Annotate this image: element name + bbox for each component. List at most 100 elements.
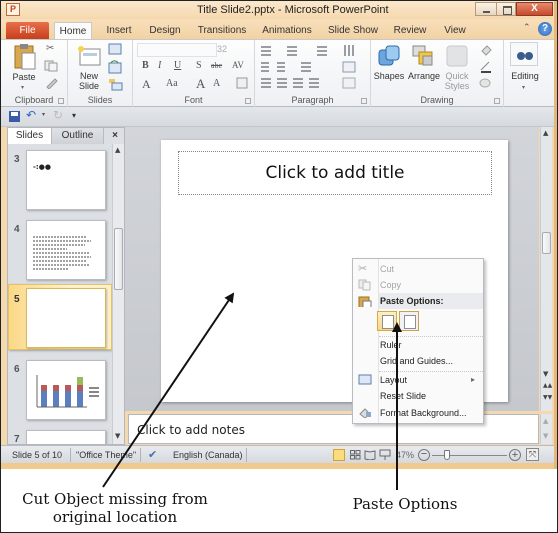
increase-indent-button[interactable] — [277, 62, 285, 72]
bullets-button[interactable] — [261, 46, 271, 56]
font-launcher-icon[interactable] — [245, 98, 251, 104]
section-icon[interactable] — [108, 77, 126, 91]
reset-slide-icon[interactable] — [108, 60, 124, 74]
help-icon[interactable]: ? — [538, 22, 552, 36]
tab-design[interactable]: Design — [146, 22, 184, 39]
scroll-down-icon[interactable]: ▼ — [543, 370, 548, 378]
shapes-icon[interactable] — [377, 44, 401, 68]
scrollbar-thumb[interactable] — [114, 228, 123, 290]
columns-button[interactable] — [301, 62, 311, 72]
theme-name[interactable]: "Office Theme" — [76, 450, 136, 460]
slide-thumbnail-5[interactable] — [26, 288, 106, 348]
align-left-button[interactable] — [261, 78, 271, 88]
justify-button[interactable] — [309, 78, 319, 88]
paragraph-launcher-icon[interactable] — [361, 98, 367, 104]
tab-outline[interactable]: Outline — [52, 128, 104, 144]
reading-view-button[interactable] — [364, 450, 376, 460]
scroll-down-icon[interactable]: ▼ — [115, 432, 120, 440]
shape-fill-icon[interactable] — [479, 43, 493, 57]
copy-icon[interactable] — [44, 60, 60, 72]
align-text-button[interactable] — [342, 61, 356, 73]
italic-button[interactable]: I — [158, 60, 161, 71]
cut-icon[interactable]: ✂ — [46, 43, 54, 54]
menu-item-copy[interactable]: Copy — [380, 277, 401, 293]
editor-scrollbar[interactable]: ▲ ▼ ▲▲ ▼▼ — [540, 127, 552, 411]
save-icon[interactable] — [9, 111, 21, 123]
font-name-input[interactable] — [137, 43, 217, 57]
zoom-out-button[interactable]: − — [418, 449, 430, 461]
text-shadow-button[interactable]: S — [196, 60, 202, 71]
align-right-button[interactable] — [293, 78, 303, 88]
title-placeholder[interactable]: Click to add title — [178, 151, 492, 195]
format-painter-icon[interactable] — [45, 77, 59, 89]
paste-use-destination-theme-button[interactable] — [377, 311, 397, 331]
shape-outline-icon[interactable] — [479, 60, 493, 74]
language[interactable]: English (Canada) — [173, 450, 243, 460]
text-direction-button[interactable] — [344, 45, 354, 56]
zoom-in-button[interactable]: + — [509, 449, 521, 461]
line-spacing-button[interactable] — [317, 46, 327, 56]
new-slide-label-1[interactable]: New — [72, 71, 106, 81]
editing-button[interactable] — [510, 42, 538, 66]
shape-effects-icon[interactable] — [479, 77, 493, 89]
slide-thumbnail-4[interactable] — [26, 220, 106, 280]
underline-button[interactable]: U — [174, 60, 181, 71]
zoom-slider-thumb[interactable] — [444, 450, 451, 460]
spell-check-icon[interactable]: ✔ — [148, 448, 157, 461]
powerpoint-app-icon[interactable]: P — [6, 3, 20, 16]
clear-formatting-icon[interactable] — [236, 77, 250, 91]
paste-icon[interactable] — [13, 43, 37, 71]
scroll-down-icon[interactable]: ▼ — [543, 432, 548, 440]
menu-item-cut[interactable]: Cut — [380, 261, 394, 277]
shapes-button[interactable]: Shapes — [372, 71, 406, 81]
drawing-launcher-icon[interactable] — [494, 98, 500, 104]
shrink-font-button[interactable]: A — [213, 78, 220, 89]
scroll-up-icon[interactable]: ▲ — [543, 417, 548, 425]
scroll-up-icon[interactable]: ▲ — [543, 129, 548, 137]
tab-view[interactable]: View — [439, 22, 471, 39]
menu-item-format-background[interactable]: Format Background... — [380, 405, 467, 421]
maximize-button[interactable] — [496, 2, 516, 16]
menu-item-ruler[interactable]: Ruler — [380, 337, 402, 353]
align-center-button[interactable] — [277, 78, 287, 88]
redo-icon[interactable]: ↻ — [53, 108, 63, 122]
undo-icon[interactable]: ↶ — [26, 108, 36, 122]
fit-slide-button[interactable]: ⤧ — [526, 448, 539, 461]
previous-slide-icon[interactable]: ▲▲ — [543, 382, 552, 389]
tab-home[interactable]: Home — [54, 22, 92, 39]
quick-styles-icon[interactable] — [445, 44, 469, 68]
font-size-input[interactable]: 32 — [217, 44, 227, 54]
character-spacing-button[interactable]: AV — [232, 60, 244, 70]
tab-file[interactable]: File — [6, 22, 49, 39]
grow-font-button[interactable]: A — [196, 76, 205, 92]
tab-slide-show[interactable]: Slide Show — [327, 22, 379, 39]
menu-item-grid-and-guides[interactable]: Grid and Guides... — [380, 353, 453, 369]
menu-item-layout[interactable]: Layout — [380, 372, 407, 388]
paste-dropdown-icon[interactable]: ▾ — [21, 83, 24, 93]
zoom-slider-track[interactable] — [432, 455, 507, 456]
slide-thumbnail-6[interactable] — [26, 360, 106, 420]
slide-sorter-button[interactable] — [350, 450, 361, 460]
editing-dropdown-icon[interactable]: ▾ — [522, 83, 525, 93]
slides-pane-scrollbar[interactable]: ▲ ▼ — [112, 144, 124, 444]
new-slide-label-2[interactable]: Slide — [72, 81, 106, 91]
normal-view-button[interactable] — [333, 449, 345, 461]
arrange-button[interactable]: Arrange — [406, 71, 442, 81]
smartart-button[interactable] — [342, 77, 356, 89]
menu-item-reset-slide[interactable]: Reset Slide — [380, 388, 426, 404]
scrollbar-thumb[interactable] — [542, 232, 551, 254]
numbering-button[interactable] — [287, 46, 297, 56]
strikethrough-button[interactable]: abc — [211, 61, 222, 70]
bold-button[interactable]: B — [142, 60, 149, 71]
zoom-level[interactable]: 47% — [396, 450, 414, 460]
font-color-button[interactable]: A — [142, 77, 151, 92]
arrange-icon[interactable] — [411, 44, 435, 68]
clipboard-launcher-icon[interactable] — [58, 98, 64, 104]
quick-styles-label-1[interactable]: Quick — [441, 71, 473, 81]
minimize-button[interactable] — [475, 2, 497, 16]
editing-label[interactable]: Editing — [506, 71, 544, 81]
paste-picture-button[interactable] — [399, 311, 419, 331]
quick-styles-label-2[interactable]: Styles — [441, 81, 473, 91]
close-button[interactable]: X — [516, 2, 553, 16]
tab-animations[interactable]: Animations — [259, 22, 315, 39]
